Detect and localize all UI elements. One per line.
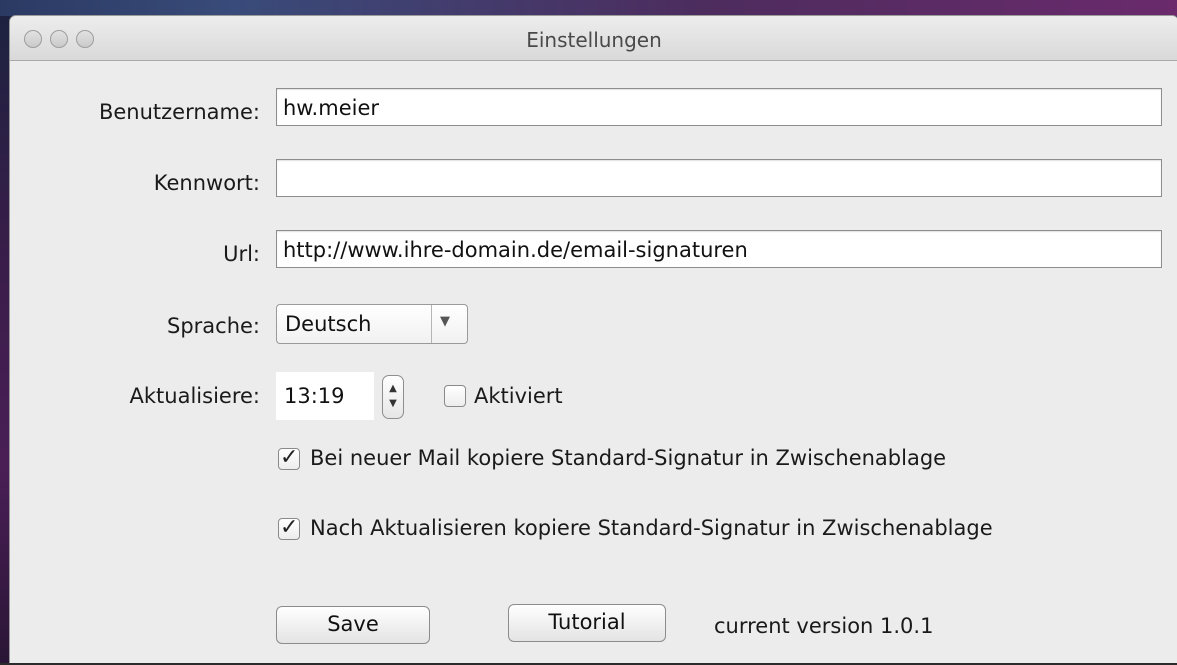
- stepper-up-icon[interactable]: ▲: [383, 384, 403, 394]
- copy-after-update-label[interactable]: Nach Aktualisieren kopiere Standard-Sign…: [310, 516, 993, 540]
- username-label: Benutzername:: [98, 100, 260, 124]
- language-select[interactable]: Deutsch ▼: [276, 304, 468, 344]
- update-label: Aktualisiere:: [129, 384, 260, 408]
- desktop-background: [0, 0, 1177, 16]
- popup-divider: [431, 305, 432, 343]
- version-text: current version 1.0.1: [714, 614, 934, 638]
- chevron-down-icon[interactable]: ▼: [440, 314, 450, 329]
- save-button[interactable]: Save: [276, 606, 430, 644]
- url-field[interactable]: http://www.ihre-domain.de/email-signatur…: [276, 230, 1162, 268]
- settings-window: Einstellungen Benutzername: hw.meier Ken…: [10, 16, 1177, 663]
- language-label: Sprache:: [166, 314, 260, 338]
- language-selected-value: Deutsch: [285, 312, 372, 336]
- window-title: Einstellungen: [526, 28, 662, 52]
- password-field[interactable]: [276, 159, 1162, 197]
- checkmark-icon: ✓: [280, 445, 299, 470]
- copy-on-new-mail-label[interactable]: Bei neuer Mail kopiere Standard-Signatur…: [310, 446, 946, 470]
- stepper-down-icon[interactable]: ▼: [383, 399, 403, 409]
- url-label: Url:: [223, 242, 260, 266]
- tutorial-button[interactable]: Tutorial: [508, 604, 666, 642]
- username-field[interactable]: hw.meier: [276, 88, 1162, 126]
- update-enabled-label[interactable]: Aktiviert: [474, 384, 563, 408]
- time-stepper[interactable]: ▲ ▼: [382, 375, 404, 419]
- copy-on-new-mail-checkbox[interactable]: ✓: [278, 445, 300, 470]
- update-enabled-checkbox[interactable]: [444, 385, 466, 407]
- password-label: Kennwort:: [153, 171, 260, 195]
- update-time-field[interactable]: 13:19: [276, 372, 374, 420]
- title-bar[interactable]: Einstellungen: [10, 16, 1177, 61]
- checkmark-icon: ✓: [280, 515, 299, 540]
- copy-after-update-checkbox[interactable]: ✓: [278, 515, 300, 540]
